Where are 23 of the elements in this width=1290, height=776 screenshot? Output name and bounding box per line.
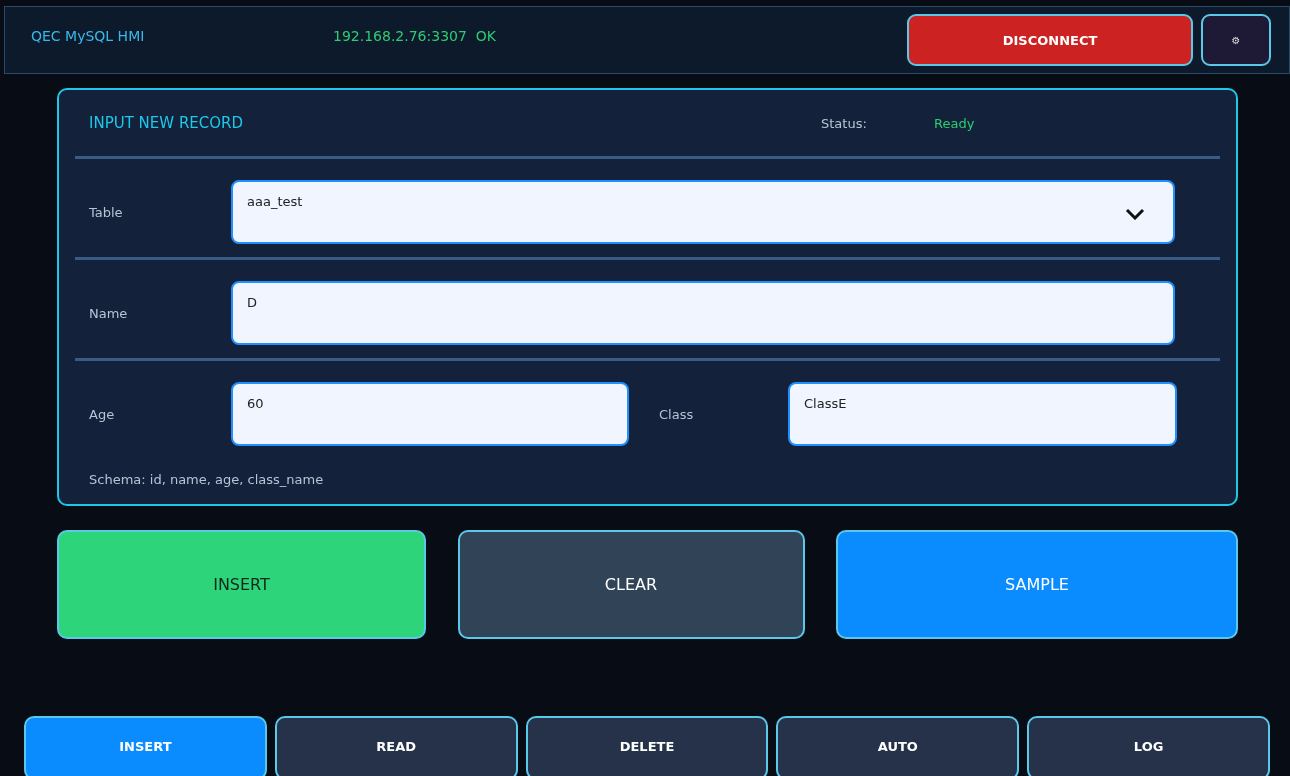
action-button[interactable]: INSERT xyxy=(57,530,426,639)
nav-tab[interactable]: DELETE xyxy=(525,716,769,776)
nav-tab[interactable]: AUTO xyxy=(776,716,1020,776)
connection-status: 192.168.2.76:3307 OK xyxy=(333,28,496,44)
settings-button[interactable]: ⚙ xyxy=(1201,14,1271,66)
input-field[interactable]: ClassE xyxy=(788,382,1177,446)
input-field[interactable]: 60 xyxy=(231,382,629,446)
input-field[interactable]: D xyxy=(231,281,1175,345)
nav-tab[interactable]: LOG xyxy=(1027,716,1270,776)
table-dropdown[interactable]: aaa_test xyxy=(231,180,1175,244)
field-label: Name xyxy=(88,305,129,321)
schema-note: Schema: id, name, age, class_name xyxy=(88,471,325,487)
field-label: Age xyxy=(88,406,116,422)
status-label: Status: xyxy=(821,115,868,131)
status-value: Ready xyxy=(934,115,975,131)
nav-tab[interactable]: READ xyxy=(274,716,518,776)
field-label: Class xyxy=(658,406,695,422)
app-title: QEC MySQL HMI xyxy=(31,28,146,44)
panel-title: INPUT NEW RECORD xyxy=(89,114,245,132)
disconnect-button[interactable]: DISCONNECT xyxy=(907,14,1193,66)
action-button[interactable]: CLEAR xyxy=(457,530,805,639)
field-label: Table xyxy=(88,204,124,220)
chevron-down-icon xyxy=(1125,208,1145,220)
